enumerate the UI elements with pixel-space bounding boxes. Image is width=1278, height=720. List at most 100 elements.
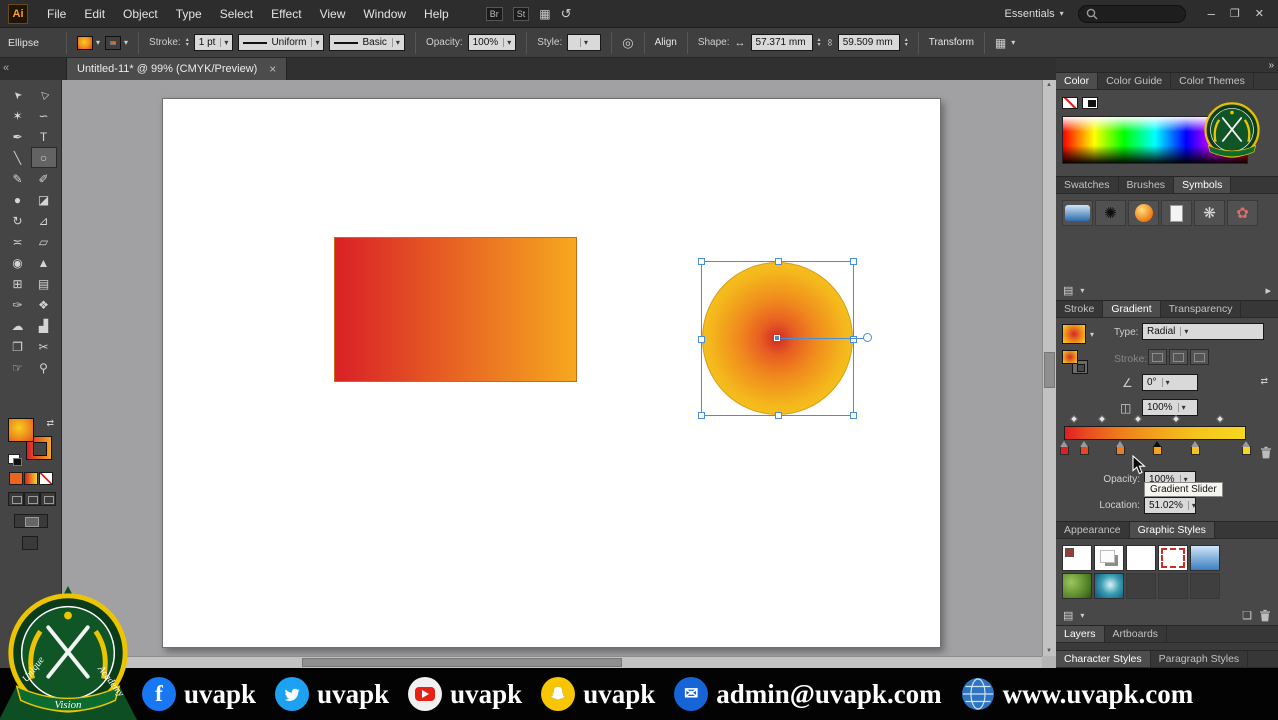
symbol-libraries-icon[interactable]	[1063, 284, 1073, 297]
fill-swatch[interactable]	[8, 418, 34, 442]
eraser-tool[interactable]: ◪	[31, 189, 57, 210]
tab-swatches[interactable]: Swatches	[1056, 177, 1119, 193]
gradient-angle-field[interactable]: 0°	[1142, 374, 1198, 391]
zoom-tool[interactable]: ⚲	[31, 357, 57, 378]
symbol-sprayer-tool[interactable]: ☁	[5, 315, 31, 336]
shape-width-stepper[interactable]	[818, 38, 821, 48]
constrain-proportions-icon[interactable]	[826, 37, 833, 48]
recolor-artwork-icon[interactable]	[622, 35, 633, 51]
panel-flyout-icon[interactable]	[1265, 284, 1271, 297]
graphic-style-white[interactable]	[1126, 545, 1156, 571]
footer-link-snapchat[interactable]: uvapk	[541, 677, 655, 711]
control-options-icon[interactable]	[995, 36, 1006, 50]
gradient-midpoint[interactable]	[1215, 414, 1225, 424]
symbol-blue-flag[interactable]	[1062, 200, 1093, 226]
menu-file[interactable]: File	[38, 0, 75, 28]
delete-stop-icon[interactable]	[1260, 446, 1272, 459]
gradient-within-stroke-button[interactable]	[1148, 349, 1167, 365]
gradient-midpoint[interactable]	[1133, 414, 1143, 424]
graphic-style-default[interactable]	[1062, 545, 1092, 571]
blend-tool[interactable]: ❖	[31, 294, 57, 315]
draw-behind-button[interactable]	[24, 492, 40, 506]
selection-handle-nw[interactable]	[698, 258, 705, 265]
black-white-swatch[interactable]	[1082, 97, 1098, 109]
stroke-chevron-down-icon[interactable]	[124, 38, 128, 47]
footer-link-youtube[interactable]: uvapk	[408, 677, 522, 711]
fill-chevron-down-icon[interactable]	[96, 38, 100, 47]
gradient-stop-2[interactable]	[1116, 441, 1125, 455]
workspace-switcher[interactable]: Essentials	[1005, 8, 1064, 20]
gradient-annotator-end-handle[interactable]	[863, 333, 872, 342]
column-graph-tool[interactable]: ▟	[31, 315, 57, 336]
gradient-bar[interactable]	[1064, 426, 1246, 440]
tab-paragraph-styles[interactable]: Paragraph Styles	[1151, 651, 1249, 667]
footer-link-email[interactable]: admin@uvapk.com	[674, 677, 942, 711]
menu-window[interactable]: Window	[354, 0, 415, 28]
rotate-view-icon[interactable]	[561, 6, 572, 22]
reverse-gradient-icon[interactable]	[1260, 376, 1268, 387]
collapse-panels-icon[interactable]	[1268, 60, 1274, 71]
default-fill-stroke-icon[interactable]	[8, 454, 22, 466]
fill-color-chip[interactable]	[77, 35, 93, 50]
selection-handle-s[interactable]	[775, 412, 782, 419]
vertical-scrollbar[interactable]	[1042, 80, 1056, 656]
selection-handle-sw[interactable]	[698, 412, 705, 419]
delete-style-icon[interactable]	[1259, 609, 1271, 622]
tab-transparency[interactable]: Transparency	[1161, 301, 1242, 317]
tab-stroke[interactable]: Stroke	[1056, 301, 1104, 317]
symbol-orange-sphere[interactable]	[1128, 200, 1159, 226]
width-profile-select[interactable]: Uniform	[238, 34, 325, 51]
menu-select[interactable]: Select	[211, 0, 262, 28]
tab-gradient[interactable]: Gradient	[1103, 301, 1161, 317]
stroke-weight-stepper[interactable]	[186, 38, 189, 48]
stroke-color-chip[interactable]	[105, 35, 122, 50]
none-mode-button[interactable]	[39, 472, 53, 485]
tab-color-guide[interactable]: Color Guide	[1098, 73, 1172, 89]
none-swatch[interactable]	[1062, 97, 1078, 109]
gradient-along-stroke-button[interactable]	[1169, 349, 1188, 365]
gradient-preview-chip[interactable]	[1062, 324, 1086, 344]
bridge-icon[interactable]: Br	[485, 6, 503, 21]
pencil-tool[interactable]: ✐	[31, 168, 57, 189]
screen-mode-button[interactable]	[14, 514, 48, 528]
type-tool[interactable]: T	[31, 126, 57, 147]
shape-builder-tool[interactable]: ◉	[5, 252, 31, 273]
gradient-stop-0[interactable]	[1060, 441, 1069, 455]
align-button[interactable]: Align	[655, 37, 677, 48]
free-transform-tool[interactable]: ▱	[31, 231, 57, 252]
control-chevron-down-icon[interactable]	[1011, 38, 1015, 47]
new-style-icon[interactable]	[1242, 609, 1252, 622]
arrange-documents-icon[interactable]	[539, 7, 550, 21]
blob-brush-tool[interactable]: ●	[5, 189, 31, 210]
chevron-down-icon[interactable]	[1080, 611, 1084, 620]
gradient-stop-5[interactable]	[1242, 441, 1251, 455]
shape-height-field[interactable]: 59.509 mm	[837, 34, 900, 51]
gradient-location-field[interactable]: 51.02%	[1144, 497, 1196, 514]
graphic-style-blue-gradient[interactable]	[1190, 545, 1220, 571]
gradient-stop-4[interactable]	[1191, 441, 1200, 455]
gradient-across-stroke-button[interactable]	[1190, 349, 1209, 365]
selection-handle-w[interactable]	[698, 336, 705, 343]
gradient-annotator-center[interactable]	[774, 335, 780, 341]
gradient-slider[interactable]	[1060, 414, 1251, 464]
gradient-type-select[interactable]: Radial	[1142, 323, 1264, 340]
eyedropper-tool[interactable]: ✑	[5, 294, 31, 315]
paintbrush-tool[interactable]: ✎	[5, 168, 31, 189]
menu-type[interactable]: Type	[167, 0, 211, 28]
symbol-ink-splat[interactable]	[1095, 200, 1126, 226]
gradient-mode-button[interactable]	[24, 472, 38, 485]
gradient-tool[interactable]: ▤	[31, 273, 57, 294]
menu-object[interactable]: Object	[114, 0, 167, 28]
tab-layers[interactable]: Layers	[1056, 626, 1105, 642]
graphic-style-green-texture[interactable]	[1062, 573, 1092, 599]
tab-color-themes[interactable]: Color Themes	[1171, 73, 1254, 89]
horizontal-scrollbar[interactable]	[62, 656, 1042, 668]
vertical-scrollbar-thumb[interactable]	[1044, 352, 1055, 388]
app-logo[interactable]: Ai	[8, 3, 28, 24]
horizontal-scrollbar-thumb[interactable]	[302, 658, 622, 667]
footer-link-website[interactable]: www.uvapk.com	[961, 677, 1193, 711]
toolbar-extra-button[interactable]	[22, 536, 38, 550]
gradient-midpoint[interactable]	[1069, 414, 1079, 424]
menu-help[interactable]: Help	[415, 0, 458, 28]
brush-select[interactable]: Basic	[329, 34, 405, 51]
